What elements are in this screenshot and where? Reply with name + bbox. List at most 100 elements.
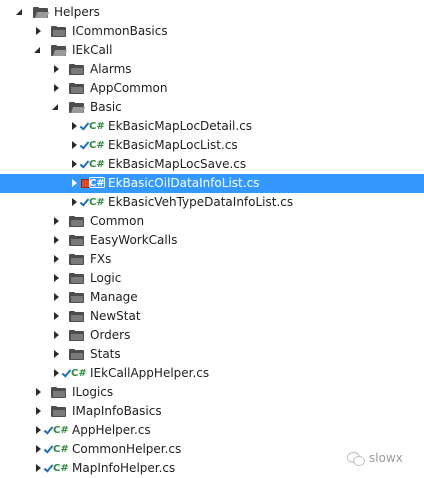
tree-file-item[interactable]: C# EkBasicMapLocList.cs — [0, 136, 424, 155]
tree-file-item[interactable]: C# IEkCallAppHelper.cs — [0, 364, 424, 383]
tree-item-label: NewStat — [90, 309, 141, 323]
checked-in-check-icon — [62, 367, 70, 379]
tree-item-label: Orders — [90, 328, 131, 342]
tree-folder-item[interactable]: Helpers — [0, 3, 424, 22]
collapse-arrow-icon[interactable] — [34, 46, 43, 55]
expand-arrow-icon[interactable] — [70, 160, 79, 169]
tree-item-label: Alarms — [90, 62, 132, 76]
tree-file-item[interactable]: C# EkBasicMapLocDetail.cs — [0, 117, 424, 136]
checked-in-check-icon — [44, 462, 52, 474]
tree-folder-item[interactable]: AppCommon — [0, 79, 424, 98]
folder-icon — [69, 311, 84, 322]
expand-arrow-icon[interactable] — [34, 426, 43, 435]
tree-item-label: EkBasicVehTypeDataInfoList.cs — [108, 195, 294, 209]
expand-arrow-icon[interactable] — [52, 65, 61, 74]
tree-item-label: EkBasicMapLocDetail.cs — [108, 119, 253, 133]
expand-arrow-icon[interactable] — [70, 198, 79, 207]
expand-arrow-icon[interactable] — [34, 388, 43, 397]
tree-item-label: CommonHelper.cs — [72, 442, 182, 456]
csharp-file-icon: C# — [53, 444, 69, 455]
tree-item-label: Logic — [90, 271, 122, 285]
tree-folder-item[interactable]: Orders — [0, 326, 424, 345]
csharp-file-icon: C# — [89, 197, 105, 208]
tree-item-label: Manage — [90, 290, 138, 304]
collapse-arrow-icon[interactable] — [16, 8, 25, 17]
expand-arrow-icon[interactable] — [70, 122, 79, 131]
expand-arrow-icon[interactable] — [52, 236, 61, 245]
expand-arrow-icon[interactable] — [52, 369, 61, 378]
folder-open-icon — [51, 45, 68, 56]
checked-in-check-icon — [44, 424, 52, 436]
tree-folder-item[interactable]: FXs — [0, 250, 424, 269]
csharp-file-icon: C# — [53, 463, 69, 474]
folder-icon — [51, 387, 66, 398]
tree-item-label: Basic — [90, 100, 122, 114]
folder-icon — [69, 235, 84, 246]
tree-folder-item[interactable]: IMapInfoBasics — [0, 402, 424, 421]
expand-arrow-icon[interactable] — [52, 84, 61, 93]
tree-folder-item[interactable]: Basic — [0, 98, 424, 117]
tree-item-label: AppCommon — [90, 81, 168, 95]
expand-arrow-icon[interactable] — [70, 179, 79, 188]
expand-arrow-icon[interactable] — [34, 27, 43, 36]
folder-icon — [69, 273, 84, 284]
tree-folder-item[interactable]: Common — [0, 212, 424, 231]
folder-open-icon — [69, 102, 86, 113]
tree-folder-item[interactable]: Manage — [0, 288, 424, 307]
tree-item-label: AppHelper.cs — [72, 423, 151, 437]
csharp-file-icon: C# — [71, 368, 87, 379]
folder-icon — [69, 83, 84, 94]
folder-icon — [69, 349, 84, 360]
tree-folder-item[interactable]: Stats — [0, 345, 424, 364]
checked-in-check-icon — [80, 158, 88, 170]
tree-file-item[interactable]: C# EkBasicVehTypeDataInfoList.cs — [0, 193, 424, 212]
tree-folder-item[interactable]: Logic — [0, 269, 424, 288]
expand-arrow-icon[interactable] — [34, 445, 43, 454]
folder-icon — [69, 216, 84, 227]
tree-item-label: IEkCall — [72, 43, 113, 57]
expand-arrow-icon[interactable] — [34, 407, 43, 416]
checked-in-check-icon — [80, 139, 88, 151]
csharp-file-icon: C# — [89, 140, 105, 151]
tree-item-label: IMapInfoBasics — [72, 404, 162, 418]
folder-icon — [69, 330, 84, 341]
expand-arrow-icon[interactable] — [34, 464, 43, 473]
expand-arrow-icon[interactable] — [52, 217, 61, 226]
expand-arrow-icon[interactable] — [52, 331, 61, 340]
csharp-file-icon: C# — [89, 159, 105, 170]
wechat-icon — [347, 451, 365, 466]
expand-arrow-icon[interactable] — [52, 350, 61, 359]
tree-item-label: Helpers — [54, 5, 100, 19]
tree-folder-item[interactable]: IEkCall — [0, 41, 424, 60]
tree-folder-item[interactable]: NewStat — [0, 307, 424, 326]
collapse-arrow-icon[interactable] — [52, 103, 61, 112]
folder-icon — [51, 406, 66, 417]
csharp-file-icon: C# — [53, 425, 69, 436]
tree-file-item[interactable]: C# AppHelper.cs — [0, 421, 424, 440]
tree-item-label: ICommonBasics — [72, 24, 168, 38]
tree-item-label: EkBasicMapLocList.cs — [108, 138, 238, 152]
tree-item-label: EasyWorkCalls — [90, 233, 178, 247]
folder-open-icon — [33, 7, 50, 18]
tree-file-item[interactable]: C# EkBasicOilDataInfoList.cs — [0, 174, 424, 193]
expand-arrow-icon[interactable] — [70, 141, 79, 150]
checked-in-check-icon — [80, 196, 88, 208]
tree-folder-item[interactable]: ILogics — [0, 383, 424, 402]
folder-icon — [51, 26, 66, 37]
tree-item-label: IEkCallAppHelper.cs — [90, 366, 210, 380]
tree-folder-item[interactable]: Alarms — [0, 60, 424, 79]
tree-folder-item[interactable]: EasyWorkCalls — [0, 231, 424, 250]
expand-arrow-icon[interactable] — [52, 293, 61, 302]
watermark-text: slowx — [369, 451, 403, 465]
expand-arrow-icon[interactable] — [52, 274, 61, 283]
folder-icon — [69, 292, 84, 303]
tree-folder-item[interactable]: ICommonBasics — [0, 22, 424, 41]
folder-icon — [69, 254, 84, 265]
tree-item-label: FXs — [90, 252, 112, 266]
expand-arrow-icon[interactable] — [52, 255, 61, 264]
tree-file-item[interactable]: C# EkBasicMapLocSave.cs — [0, 155, 424, 174]
tree-item-label: EkBasicMapLocSave.cs — [108, 157, 247, 171]
csharp-file-icon: C# — [89, 121, 105, 132]
tree-item-label: MapInfoHelper.cs — [72, 461, 176, 475]
expand-arrow-icon[interactable] — [52, 312, 61, 321]
